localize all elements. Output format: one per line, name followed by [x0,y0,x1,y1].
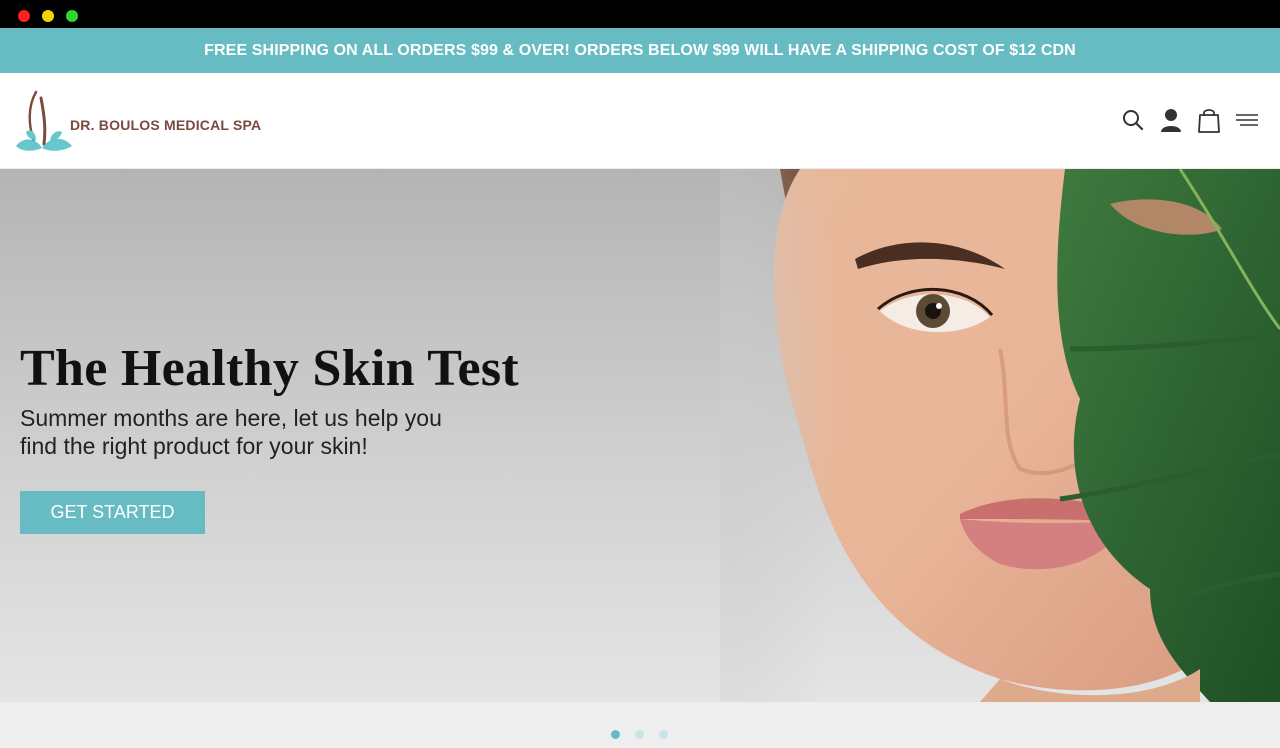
get-started-button[interactable]: GET STARTED [20,491,205,534]
carousel-strip [0,702,1280,748]
hero-banner: The Healthy Skin Test Summer months are … [0,169,1280,702]
hero-subtitle: Summer months are here, let us help you … [20,404,460,460]
site-logo[interactable]: DR. BOULOS MEDICAL SPA [14,90,261,154]
announcement-bar: FREE SHIPPING ON ALL ORDERS $99 & OVER! … [0,28,1280,73]
brand-name: DR. BOULOS MEDICAL SPA [70,117,262,133]
close-window-button[interactable] [18,10,30,22]
announcement-text: FREE SHIPPING ON ALL ORDERS $99 & OVER! … [204,41,1076,59]
lotus-logo-icon [16,90,72,151]
hero-title: The Healthy Skin Test [20,340,520,397]
carousel-dot-2[interactable] [635,730,644,739]
search-icon[interactable] [1120,105,1146,135]
hero-subtitle-line-1: Summer months are here, let us help you [20,405,442,431]
account-icon[interactable] [1158,105,1184,135]
carousel-dot-1[interactable] [611,730,620,739]
minimize-window-button[interactable] [42,10,54,22]
header-actions [1108,105,1260,135]
carousel-dots [611,730,683,739]
maximize-window-button[interactable] [66,10,78,22]
site-header: DR. BOULOS MEDICAL SPA [0,73,1280,169]
hero-subtitle-line-2: find the right product for your skin! [20,433,368,459]
menu-icon[interactable] [1234,105,1260,135]
cart-icon[interactable] [1196,105,1222,135]
window-chrome [0,0,1280,28]
carousel-dot-3[interactable] [659,730,668,739]
